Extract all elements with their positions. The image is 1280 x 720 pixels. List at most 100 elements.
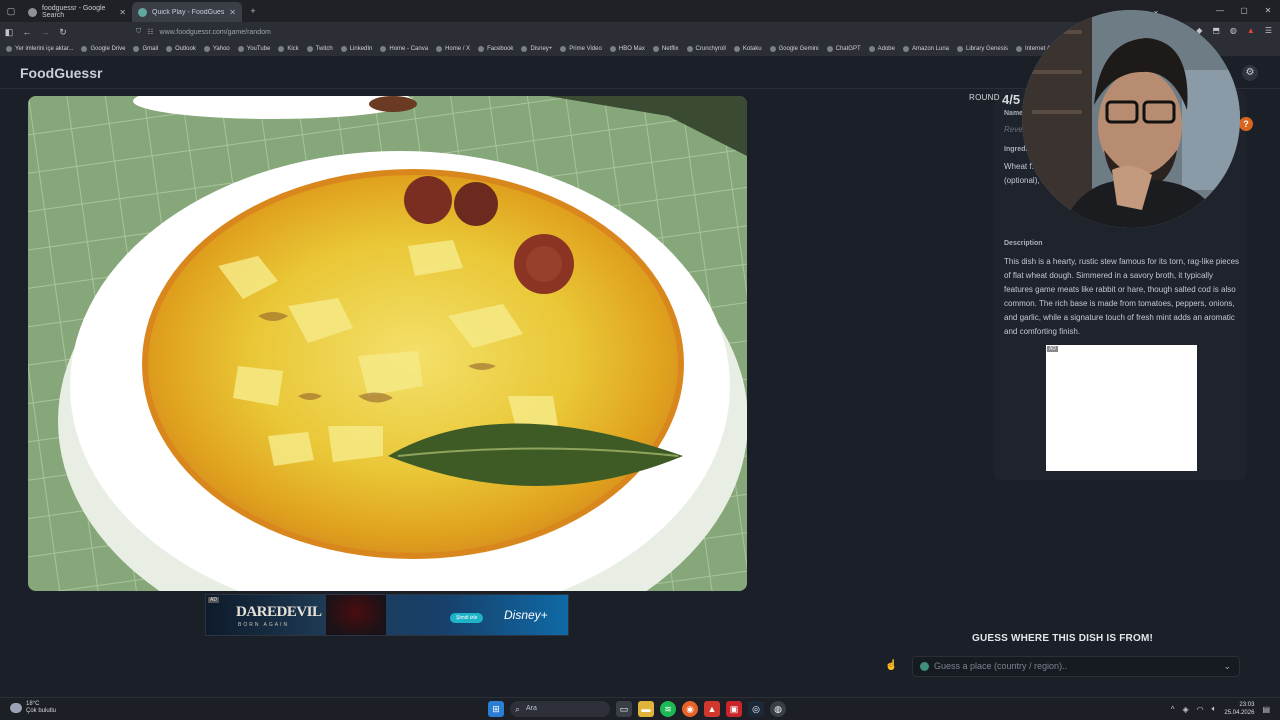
bookmark-item[interactable]: YouTube (237, 46, 270, 52)
vpn-icon[interactable]: ◍ (1230, 26, 1237, 35)
bookmark-favicon-icon (957, 46, 964, 52)
time: 23:03 (1239, 702, 1255, 708)
bookmark-item[interactable]: LinkedIn (340, 46, 372, 52)
taskbar-search-label: Ara (526, 705, 537, 712)
description-label: Description (1004, 240, 1043, 247)
start-icon[interactable]: ⊞ (488, 701, 504, 717)
new-tab-icon[interactable]: + (242, 6, 264, 16)
brave-icon[interactable]: ▲ (704, 701, 720, 717)
file-explorer-icon[interactable]: ▬ (638, 701, 654, 717)
minimize-icon[interactable]: — (1208, 0, 1232, 22)
bookmark-favicon-icon (826, 46, 833, 52)
close-tab-icon[interactable]: ✕ (229, 8, 236, 17)
bookmark-item[interactable]: Kick (278, 46, 299, 52)
url-text: www.foodguessr.com/game/random (159, 28, 271, 36)
ad-subtitle: BORN AGAIN (238, 622, 290, 628)
ad-title: DAREDEVIL (236, 604, 322, 620)
task-view-icon[interactable]: ▭ (616, 701, 632, 717)
close-window-icon[interactable]: ✕ (1256, 0, 1280, 22)
close-tab-icon[interactable]: ✕ (119, 8, 126, 17)
tray-overflow-icon[interactable]: ^ (1171, 705, 1175, 714)
name-value: Reve (1004, 125, 1023, 134)
forward-icon[interactable]: → (36, 27, 54, 37)
gear-icon[interactable]: ⚙ (1242, 65, 1258, 81)
url-field[interactable]: ⛉ ☷ www.foodguessr.com/game/random (80, 28, 271, 36)
app-logo[interactable]: FoodGuessr (20, 65, 102, 81)
bookmark-item[interactable]: Amazon Luna (902, 46, 949, 52)
bookmark-item[interactable]: Facebook (478, 46, 513, 52)
ad-label: AD (208, 597, 219, 603)
bookmark-item[interactable]: HBO Max (609, 46, 645, 52)
date: 25.04.2026 (1224, 710, 1255, 716)
bookmark-label: Yer imlerini içe aktar... (15, 46, 74, 52)
temperature: 18°C (26, 701, 40, 707)
tab-google-search[interactable]: foodguessr - Google Search ✕ (22, 2, 132, 22)
round-label: ROUND (969, 93, 1000, 102)
reload-icon[interactable]: ↻ (54, 27, 72, 38)
taskbar-search[interactable]: Ara (510, 701, 610, 717)
site-info-icon[interactable]: ☷ (147, 28, 153, 36)
clock[interactable]: 23:03 25.04.2026 (1224, 701, 1254, 717)
network-icon[interactable]: ◈ (1182, 705, 1188, 714)
bookmark-favicon-icon (769, 46, 776, 52)
bookmark-item[interactable]: Disney+ (521, 46, 552, 52)
extension-icon[interactable]: ⬒ (1212, 26, 1220, 35)
steam-icon[interactable]: ◎ (748, 701, 764, 717)
bookmark-item[interactable]: Adobe (868, 46, 895, 52)
bookmark-label: Home / X (445, 46, 471, 52)
bookmark-item[interactable]: Google Drive (81, 46, 125, 52)
obs-icon[interactable]: ◍ (770, 701, 786, 717)
bookmark-item[interactable]: Home / X (436, 46, 470, 52)
app-icon[interactable]: ▣ (726, 701, 742, 717)
description-text: This dish is a hearty, rustic stew famou… (1004, 257, 1240, 336)
bookmark-item[interactable]: Yer imlerini içe aktar... (6, 46, 73, 52)
bookmark-label: Outlook (175, 46, 196, 52)
maximize-icon[interactable]: ▢ (1232, 0, 1256, 22)
bookmark-favicon-icon (380, 46, 387, 52)
brave-rewards-icon[interactable]: ▲ (1247, 26, 1255, 35)
bookmark-item[interactable]: Netflix (652, 46, 679, 52)
side-ad[interactable]: AD (1046, 345, 1197, 471)
foodguessr-favicon-icon (138, 7, 147, 17)
tab-foodguessr[interactable]: Quick Play - FoodGuessr | Food ✕ (132, 2, 242, 22)
notification-icon[interactable]: ▤ (1262, 705, 1270, 714)
bookmark-item[interactable]: Yahoo (203, 46, 230, 52)
weather-status: Çok bulutlu (26, 708, 57, 714)
bookmark-item[interactable]: Prime Video (560, 46, 602, 52)
bookmark-item[interactable]: Gmail (133, 46, 158, 52)
wifi-icon[interactable]: ◠ (1197, 705, 1204, 714)
weather-widget[interactable]: 18°C Çok bulutlu (10, 701, 56, 715)
menu-icon[interactable]: ☰ (1265, 26, 1272, 35)
webcam-person-image (1022, 10, 1240, 228)
ad-cta-button[interactable]: Şimdi izle (450, 613, 484, 623)
bookmark-item[interactable]: ChatGPT (826, 46, 861, 52)
bookmark-favicon-icon (81, 46, 88, 52)
bookmark-label: Home - Canva (389, 46, 429, 52)
bookmark-label: Library Genesis (966, 46, 1009, 52)
bookmark-item[interactable]: Library Genesis (957, 46, 1008, 52)
bookmark-favicon-icon (652, 46, 659, 52)
ad-character-image (326, 595, 386, 635)
bookmark-item[interactable]: Crunchyroll (686, 46, 726, 52)
volume-icon[interactable]: 🔈︎ (1212, 704, 1217, 714)
bookmark-item[interactable]: Twitch (306, 46, 333, 52)
bookmark-item[interactable]: Kotaku (733, 46, 762, 52)
bookmark-item[interactable]: Google Gemini (769, 46, 819, 52)
browser-icon[interactable]: ◉ (682, 701, 698, 717)
help-icon[interactable]: ? (1239, 117, 1253, 131)
tab-actions-icon[interactable]: ▢ (0, 6, 22, 17)
dish-photo-image (28, 96, 747, 591)
banner-ad[interactable]: AD DAREDEVIL BORN AGAIN Şimdi izle Disne… (205, 594, 569, 636)
bookmark-item[interactable]: Outlook (166, 46, 196, 52)
chevron-down-icon[interactable]: ⌄ (1223, 657, 1231, 676)
back-icon[interactable]: ← (18, 27, 36, 37)
round-counter: 4/5 (1002, 92, 1021, 107)
bookmark-label: Crunchyroll (695, 46, 726, 52)
sidebar-icon[interactable]: ◧ (0, 27, 18, 38)
cloud-icon (10, 703, 22, 713)
bookmark-item[interactable]: Home - Canva (380, 46, 428, 52)
guess-location-input[interactable]: Guess a place (country / region).. ⌄ (912, 656, 1240, 677)
hand-cursor-icon: ☝ (885, 660, 898, 671)
bookmark-label: Gmail (142, 46, 159, 52)
spotify-icon[interactable]: ≋ (660, 701, 676, 717)
